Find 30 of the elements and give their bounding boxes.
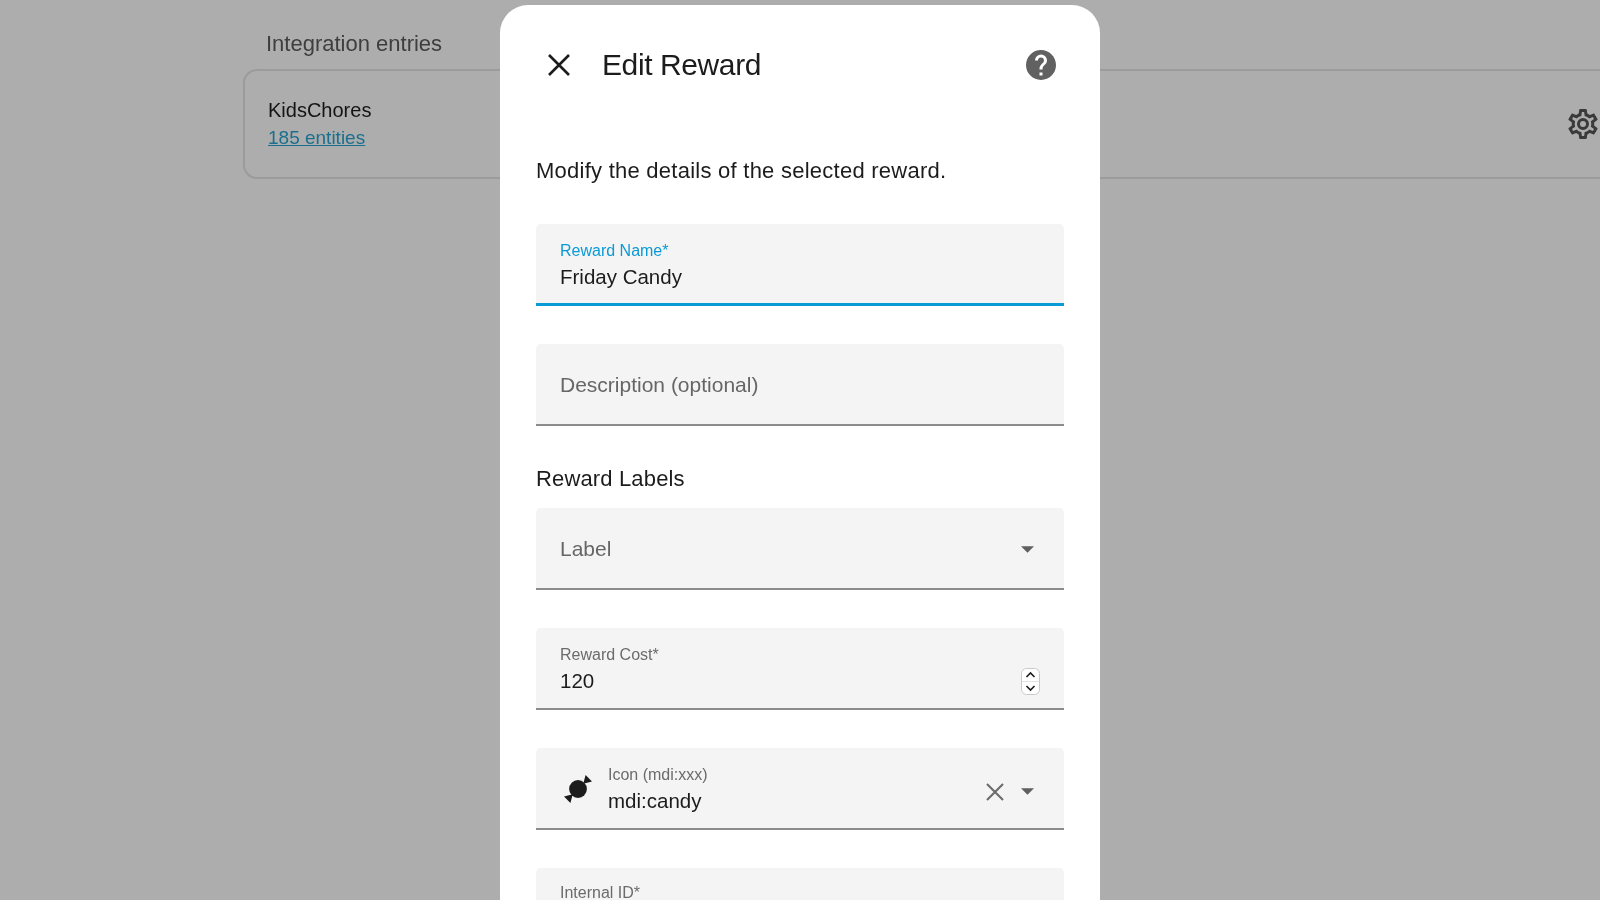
text-field[interactable]: Internal ID* (536, 868, 1064, 900)
text-input[interactable]: Description (optional) (560, 371, 1040, 399)
help-button[interactable] (1026, 50, 1056, 80)
caret-icon[interactable] (1021, 545, 1034, 553)
caret-icon[interactable] (1021, 787, 1034, 795)
text-input[interactable]: Friday Candy (560, 264, 1040, 289)
field-label: Reward Cost* (560, 645, 659, 665)
select-field[interactable]: Label (536, 508, 1064, 590)
help-icon (1026, 50, 1056, 80)
field-label: Reward Name* (560, 240, 669, 261)
clear-icon[interactable] (986, 783, 1004, 801)
candy-icon (564, 775, 592, 803)
icon-picker-field[interactable]: Icon (mdi:xxx) mdi:candy (536, 748, 1064, 830)
entry-name: KidsChores (268, 98, 372, 122)
text-input[interactable]: Label (560, 535, 1021, 563)
text-field[interactable]: Reward Name* Friday Candy (536, 224, 1064, 306)
settings-button[interactable] (1568, 109, 1598, 139)
settings-icon (1568, 109, 1598, 139)
section-heading: Reward Labels (536, 467, 686, 491)
dialog-description: Modify the details of the selected reward. (536, 159, 948, 183)
text-field[interactable]: Description (optional) (536, 344, 1064, 426)
text-input[interactable]: 120 (560, 669, 1021, 693)
dialog-title: Edit Reward (602, 47, 761, 83)
section-title: Integration entries (265, 31, 444, 57)
field-label: Internal ID* (560, 885, 641, 900)
close-icon (548, 54, 570, 76)
text-input[interactable]: mdi:candy (608, 789, 986, 813)
number-field[interactable]: Reward Cost* 120 (536, 628, 1064, 710)
spinner-icon[interactable] (1021, 667, 1040, 695)
field-label: Icon (mdi:xxx) (608, 765, 708, 785)
